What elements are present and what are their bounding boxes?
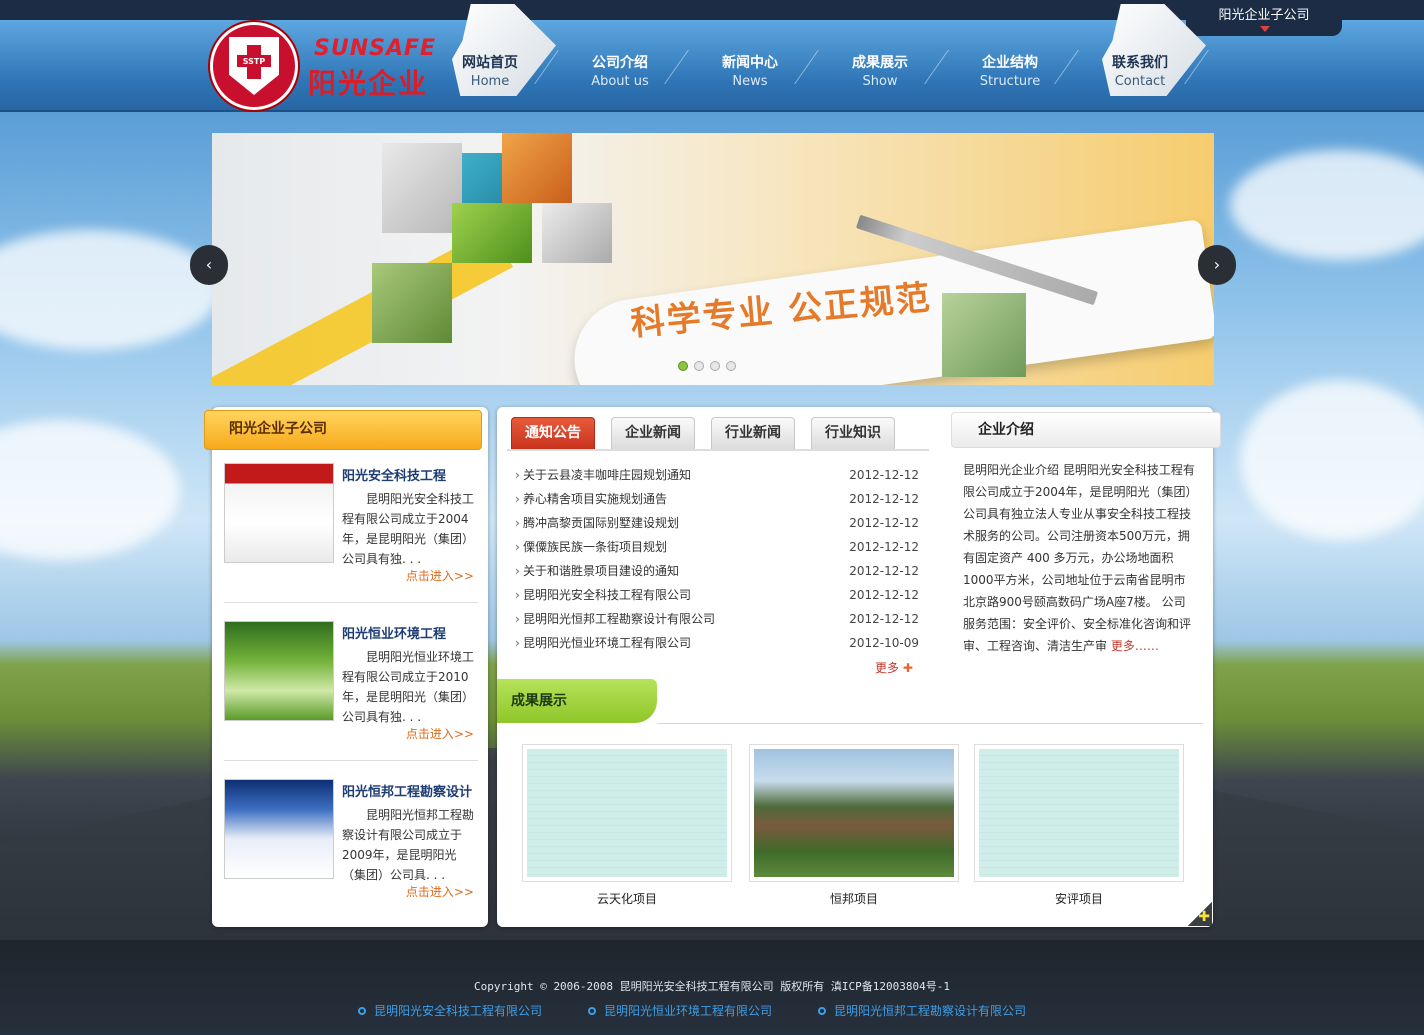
plus-icon: ✚ bbox=[902, 661, 913, 675]
chevron-right-icon: › bbox=[515, 588, 520, 602]
chevron-right-icon: › bbox=[515, 516, 520, 530]
chevron-right-icon: › bbox=[515, 468, 520, 482]
cube-decoration bbox=[502, 133, 572, 203]
main-nav: 网站首页 Home 公司介绍 About us 新闻中心 News 成果展示 S… bbox=[450, 4, 1230, 112]
chevron-right-icon: › bbox=[515, 636, 520, 650]
enter-link[interactable]: 点击进入>> bbox=[406, 725, 474, 742]
slide-dot[interactable] bbox=[726, 361, 736, 371]
list-item[interactable]: › 养心精舍项目实施规划通告 2012-12-12 bbox=[515, 487, 919, 511]
footer-link[interactable]: 昆明阳光恒业环境工程有限公司 bbox=[588, 1002, 772, 1019]
chevron-right-icon: › bbox=[515, 564, 520, 578]
shield-logo-icon: SSTP bbox=[210, 22, 298, 110]
tab-notices[interactable]: 通知公告 bbox=[511, 417, 595, 449]
intro-title: 企业介绍 bbox=[951, 412, 1221, 448]
circle-bullet-icon bbox=[358, 1007, 366, 1015]
copyright: Copyright © 2006-2008 昆明阳光安全科技工程有限公司 版权所… bbox=[473, 980, 951, 993]
project-card[interactable]: 恒邦项目 bbox=[749, 744, 959, 914]
cube-decoration bbox=[542, 203, 612, 263]
list-item[interactable]: › 昆明阳光恒业环境工程有限公司 2012-10-09 bbox=[515, 631, 919, 655]
subsidiary-item: 阳光恒业环境工程 昆明阳光恒业环境工程有限公司成立于2010年，是昆明阳光（集团… bbox=[224, 621, 478, 761]
show-more-plus-icon[interactable]: ✚ bbox=[1188, 902, 1212, 926]
logo-english: SUNSAFE bbox=[314, 36, 437, 61]
banner-slideshow[interactable]: 科学专业 公正规范 bbox=[212, 133, 1214, 385]
subsidiary-name[interactable]: 阳光恒业环境工程 bbox=[342, 623, 446, 642]
project-name: 安评项目 bbox=[1054, 892, 1103, 906]
nav-contact[interactable]: 联系我们 Contact bbox=[1080, 52, 1200, 89]
footer: Copyright © 2006-2008 昆明阳光安全科技工程有限公司 版权所… bbox=[0, 960, 1424, 1035]
tab-industry-news[interactable]: 行业新闻 bbox=[711, 417, 795, 449]
project-image bbox=[749, 744, 959, 882]
nav-news[interactable]: 新闻中心 News bbox=[690, 52, 810, 89]
subsidiary-thumbnail[interactable] bbox=[224, 463, 334, 563]
chevron-right-icon: › bbox=[515, 540, 520, 554]
intro-more-link[interactable]: 更多…… bbox=[1111, 639, 1159, 653]
circle-bullet-icon bbox=[588, 1007, 596, 1015]
chevron-right-icon: › bbox=[515, 612, 520, 626]
enter-link[interactable]: 点击进入>> bbox=[406, 567, 474, 584]
list-item[interactable]: › 腾冲高黎贡国际别墅建设规划 2012-12-12 bbox=[515, 511, 919, 535]
news-more-link[interactable]: 更多 ✚ bbox=[875, 659, 913, 676]
list-item[interactable]: › 昆明阳光恒邦工程勘察设计有限公司 2012-12-12 bbox=[515, 607, 919, 631]
chevron-left-icon: ‹ bbox=[205, 255, 213, 274]
cloud-decoration bbox=[1230, 150, 1424, 260]
subsidiary-label: 阳光企业子公司 bbox=[1218, 8, 1310, 23]
project-name: 云天化项目 bbox=[596, 892, 657, 906]
nav-about[interactable]: 公司介绍 About us bbox=[560, 52, 680, 89]
cloud-decoration bbox=[1240, 380, 1424, 540]
list-item[interactable]: › 关于云县凌丰咖啡庄园规划通知 2012-12-12 bbox=[515, 463, 919, 487]
slide-indicators bbox=[678, 360, 742, 374]
subsidiary-desc: 昆明阳光安全科技工程有限公司成立于2004年，是昆明阳光（集团）公司具有独. .… bbox=[342, 492, 475, 566]
show-title: 成果展示 bbox=[497, 679, 657, 723]
tab-divider bbox=[507, 449, 929, 451]
project-card[interactable]: 云天化项目 bbox=[522, 744, 732, 914]
enter-link[interactable]: 点击进入>> bbox=[406, 883, 474, 900]
slide-dot[interactable] bbox=[678, 361, 688, 371]
cloud-decoration bbox=[0, 420, 180, 560]
subsidiaries-panel: 阳光企业子公司 阳光安全科技工程 昆明阳光安全科技工程有限公司成立于2004年，… bbox=[204, 407, 488, 927]
subsidiary-item: 阳光恒邦工程勘察设计 昆明阳光恒邦工程勘察设计有限公司成立于2009年，是昆明阳… bbox=[224, 779, 478, 919]
banner-next-button[interactable]: › bbox=[1198, 245, 1236, 285]
slide-dot[interactable] bbox=[694, 361, 704, 371]
subsidiary-name[interactable]: 阳光安全科技工程 bbox=[342, 465, 446, 484]
nav-show[interactable]: 成果展示 Show bbox=[820, 52, 940, 89]
slide-dot[interactable] bbox=[710, 361, 720, 371]
cube-decoration bbox=[382, 143, 462, 233]
chevron-right-icon: › bbox=[1213, 255, 1221, 274]
nav-home[interactable]: 网站首页 Home bbox=[430, 52, 550, 89]
list-item[interactable]: › 关于和谐胜景项目建设的通知 2012-12-12 bbox=[515, 559, 919, 583]
tab-company-news[interactable]: 企业新闻 bbox=[611, 417, 695, 449]
project-name: 恒邦项目 bbox=[829, 892, 878, 906]
subsidiaries-title: 阳光企业子公司 bbox=[204, 410, 482, 450]
intro-text: 昆明阳光企业介绍 昆明阳光安全科技工程有限公司成立于2004年，是昆明阳光（集团… bbox=[963, 463, 1195, 653]
banner-prev-button[interactable]: ‹ bbox=[190, 245, 228, 285]
intro-panel: 企业介绍 昆明阳光企业介绍 昆明阳光安全科技工程有限公司成立于2004年，是昆明… bbox=[951, 407, 1221, 677]
logo[interactable]: SSTP SUNSAFE 阳光企业 bbox=[210, 22, 435, 110]
cube-decoration bbox=[452, 203, 532, 263]
tab-industry-knowledge[interactable]: 行业知识 bbox=[811, 417, 895, 449]
cloud-decoration bbox=[0, 230, 220, 350]
subsidiary-thumbnail[interactable] bbox=[224, 621, 334, 721]
project-image bbox=[974, 744, 1184, 882]
project-image bbox=[522, 744, 732, 882]
subsidiary-desc: 昆明阳光恒邦工程勘察设计有限公司成立于2009年，是昆明阳光（集团）公司具. .… bbox=[342, 808, 475, 882]
logo-chinese: 阳光企业 bbox=[308, 67, 429, 100]
chevron-right-icon: › bbox=[515, 492, 520, 506]
news-list: › 关于云县凌丰咖啡庄园规划通知 2012-12-12 › 养心精舍项目实施规划通告 2… bbox=[515, 463, 919, 655]
list-item[interactable]: › 傈僳族民族一条街项目规划 2012-12-12 bbox=[515, 535, 919, 559]
cube-decoration bbox=[372, 263, 452, 343]
nav-structure[interactable]: 企业结构 Structure bbox=[950, 52, 1070, 89]
list-item[interactable]: › 昆明阳光安全科技工程有限公司 2012-12-12 bbox=[515, 583, 919, 607]
footer-link[interactable]: 昆明阳光恒邦工程勘察设计有限公司 bbox=[818, 1002, 1026, 1019]
footer-link[interactable]: 昆明阳光安全科技工程有限公司 bbox=[358, 1002, 542, 1019]
caret-down-icon bbox=[1260, 26, 1270, 32]
project-card[interactable]: 安评项目 bbox=[974, 744, 1184, 914]
circle-bullet-icon bbox=[818, 1007, 826, 1015]
cube-decoration bbox=[942, 293, 1026, 377]
subsidiary-item: 阳光安全科技工程 昆明阳光安全科技工程有限公司成立于2004年，是昆明阳光（集团… bbox=[224, 463, 478, 603]
show-divider bbox=[657, 723, 1203, 724]
subsidiary-name[interactable]: 阳光恒邦工程勘察设计 bbox=[342, 781, 472, 800]
subsidiary-desc: 昆明阳光恒业环境工程有限公司成立于2010年，是昆明阳光（集团）公司具有独. .… bbox=[342, 650, 475, 724]
subsidiary-thumbnail[interactable] bbox=[224, 779, 334, 879]
